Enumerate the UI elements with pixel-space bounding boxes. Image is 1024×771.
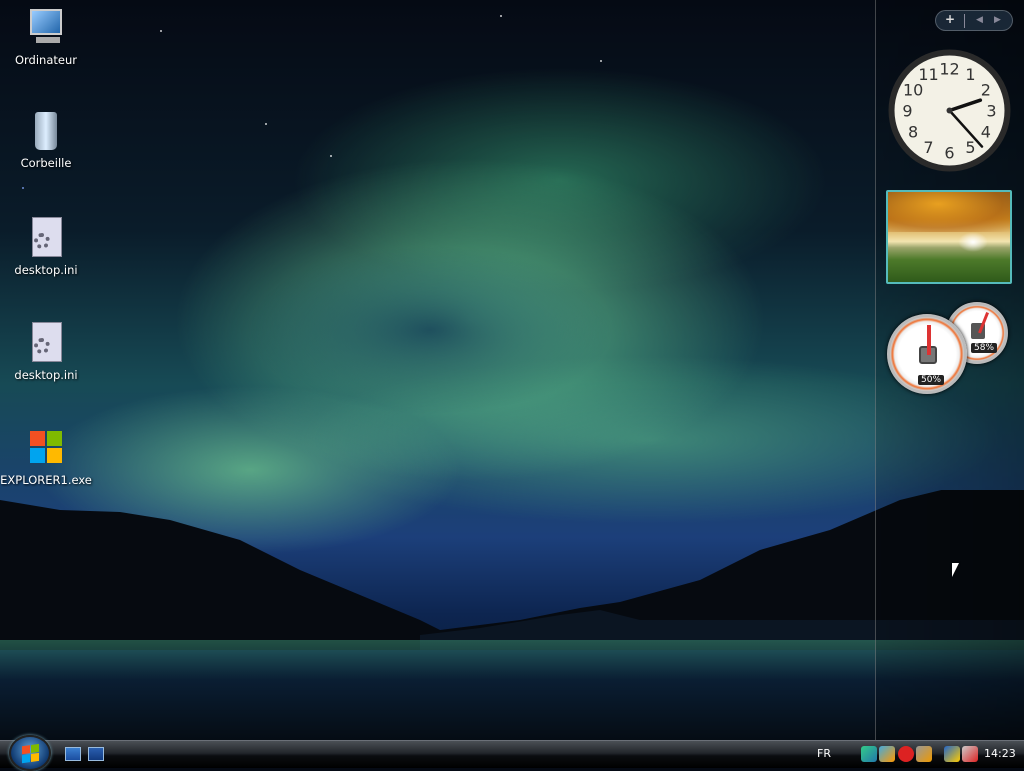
previous-page-button[interactable]: ◀	[976, 15, 983, 25]
clock-numeral: 3	[986, 102, 996, 121]
switch-windows-icon[interactable]	[88, 747, 104, 761]
desktop-icon-label: Ordinateur	[14, 53, 77, 67]
desktop-icon[interactable]: desktop.ini	[0, 215, 92, 277]
clock-numeral: 2	[981, 81, 991, 100]
clock-numeral: 6	[944, 144, 954, 163]
cpu-gauge[interactable]: 50%	[887, 314, 967, 394]
sun-glare	[958, 232, 988, 252]
add-gadget-button[interactable]: +	[945, 12, 955, 26]
volume-muted-icon[interactable]	[962, 746, 978, 762]
windows-logo-icon	[22, 743, 40, 765]
clock-gadget[interactable]: 12 1234567891011	[887, 48, 1012, 173]
clock-numeral: 11	[918, 65, 938, 84]
desktop-icon-label: desktop.ini	[14, 263, 78, 277]
settings-file-icon	[24, 320, 68, 364]
memory-value: 58%	[971, 343, 998, 353]
desktop-icon[interactable]: Corbeille	[0, 108, 92, 170]
desktop-icon[interactable]: EXPLORER1.exe	[0, 425, 92, 487]
clock-numeral: 9	[902, 102, 912, 121]
start-button[interactable]	[9, 735, 51, 771]
mouse-cursor	[952, 563, 959, 577]
system-clock[interactable]: 14:23	[984, 741, 1016, 769]
desktop-icon-label: desktop.ini	[14, 368, 78, 382]
clock-numeral: 7	[923, 138, 933, 157]
desktop-icon[interactable]: Ordinateur	[0, 5, 92, 67]
clock-numeral: 8	[908, 123, 918, 142]
desktop-icon[interactable]: desktop.ini	[0, 320, 92, 382]
next-page-button[interactable]: ▶	[994, 15, 1001, 25]
slideshow-gadget[interactable]	[886, 190, 1012, 284]
windows-update-icon[interactable]	[879, 746, 895, 762]
language-indicator[interactable]: FR	[817, 741, 831, 769]
settings-file-icon	[24, 215, 68, 259]
gadget-controls: + ◀ ▶	[935, 10, 1013, 31]
computer-icon	[24, 5, 68, 49]
clock-numeral: 1	[965, 65, 975, 84]
clock-numeral: 5	[965, 138, 975, 157]
taskbar: FR 14:23	[0, 735, 1024, 771]
show-desktop-icon[interactable]	[65, 747, 81, 761]
security-alert-icon[interactable]	[898, 746, 914, 762]
recycle-bin-icon	[24, 108, 68, 152]
cpu-value: 50%	[918, 375, 945, 385]
clock-numeral: 4	[981, 123, 991, 142]
desktop-icon-label: Corbeille	[20, 156, 72, 170]
clock-numeral: 12	[939, 60, 959, 79]
lake-reflection	[0, 640, 1024, 740]
network-center-icon[interactable]	[861, 746, 877, 762]
windows-logo-icon	[24, 425, 68, 469]
desktop-icon-label: EXPLORER1.exe	[0, 473, 92, 487]
network-warning-icon[interactable]	[944, 746, 960, 762]
scheduled-task-icon[interactable]	[916, 746, 932, 762]
